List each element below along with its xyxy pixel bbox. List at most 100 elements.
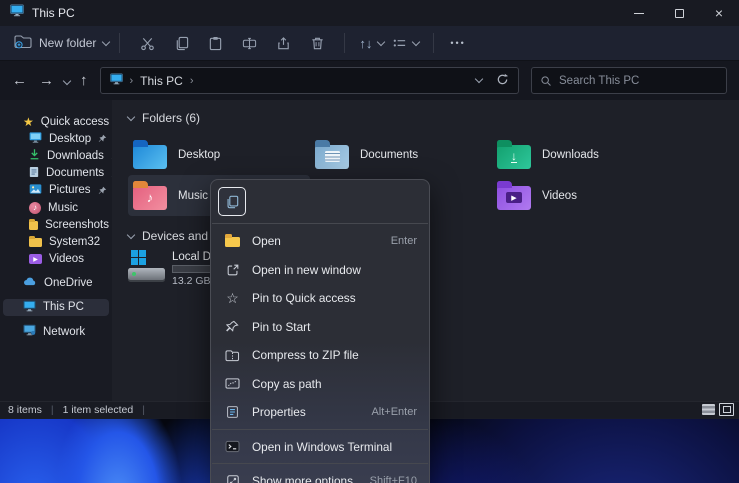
toolbar-separator	[119, 33, 120, 53]
close-button[interactable]: ×	[699, 0, 739, 26]
desktop-folder-icon	[133, 145, 167, 169]
cut-button[interactable]	[132, 30, 162, 56]
sidebar-item-this-pc[interactable]: This PC	[3, 299, 109, 316]
menu-item-show-more-options[interactable]: Show more options Shift+F10	[211, 467, 429, 483]
view-button[interactable]	[392, 36, 419, 51]
address-bar[interactable]: › This PC ›	[100, 67, 520, 94]
copy-icon	[174, 36, 189, 51]
this-pc-icon	[10, 4, 24, 22]
refresh-icon	[496, 73, 509, 86]
this-pc-icon	[110, 73, 123, 88]
maximize-button[interactable]	[659, 0, 699, 26]
downloads-folder-icon: ↓	[497, 145, 531, 169]
new-folder-button[interactable]: New folder	[14, 34, 109, 52]
rename-button[interactable]	[234, 30, 264, 56]
toolbar-separator	[344, 33, 345, 53]
folder-icon	[29, 238, 42, 247]
sidebar-item-documents[interactable]: Documents	[3, 165, 109, 182]
large-icons-view-button[interactable]	[719, 403, 734, 416]
folder-tile-downloads[interactable]: ↓ Downloads	[492, 134, 674, 175]
folder-icon	[224, 235, 241, 247]
forward-button[interactable]: →	[39, 73, 54, 88]
videos-folder-icon: ▶	[497, 186, 531, 210]
title-bar[interactable]: This PC ×	[0, 0, 739, 26]
sidebar-item-music[interactable]: ♪ Music	[3, 199, 109, 216]
breadcrumb-this-pc[interactable]: This PC	[140, 74, 183, 88]
menu-separator	[212, 463, 428, 464]
cloud-icon	[23, 277, 37, 289]
menu-item-compress-to-zip[interactable]: Compress to ZIP file	[211, 341, 429, 370]
menu-item-open-in-new-window[interactable]: Open in new window	[211, 256, 429, 285]
hard-drive-icon	[128, 250, 166, 282]
copy-icon	[225, 195, 239, 209]
paste-button[interactable]	[200, 30, 230, 56]
zip-folder-icon	[224, 349, 241, 362]
desktop-screen: This PC × New folder	[0, 0, 739, 483]
address-dropdown-chevron-icon[interactable]	[475, 75, 483, 83]
paste-icon	[208, 36, 223, 51]
details-view-button[interactable]	[702, 404, 715, 415]
share-button[interactable]	[268, 30, 298, 56]
sidebar-item-downloads[interactable]: Downloads	[3, 147, 109, 164]
search-icon	[540, 75, 552, 87]
cut-icon	[140, 36, 155, 51]
properties-icon	[224, 405, 241, 419]
star-outline-icon: ☆	[224, 291, 241, 305]
rename-icon	[242, 36, 257, 51]
refresh-button[interactable]	[496, 73, 509, 89]
star-icon: ★	[23, 116, 34, 128]
toolbar-separator	[433, 33, 434, 53]
chevron-down-icon	[412, 37, 420, 45]
sort-button[interactable]: ↑↓	[359, 36, 384, 51]
sidebar-item-onedrive[interactable]: OneDrive	[3, 275, 109, 292]
open-new-window-icon	[224, 263, 241, 277]
menu-item-pin-to-quick-access[interactable]: ☆ Pin to Quick access	[211, 284, 429, 313]
sidebar-item-videos[interactable]: ▶ Videos	[3, 251, 109, 268]
sidebar-item-network[interactable]: Network	[3, 323, 109, 340]
menu-item-pin-to-start[interactable]: Pin to Start	[211, 313, 429, 342]
see-more-button[interactable]: •••	[450, 38, 465, 48]
minimize-button[interactable]	[619, 0, 659, 26]
new-folder-icon	[14, 34, 32, 52]
selection-count: 1 item selected	[63, 404, 134, 416]
menu-separator	[212, 429, 428, 430]
copy-button[interactable]	[218, 187, 246, 216]
command-toolbar: New folder ↑↓	[0, 26, 739, 60]
folder-tile-videos[interactable]: ▶ Videos	[492, 175, 674, 216]
copy-button[interactable]	[166, 30, 196, 56]
windows-logo-icon	[131, 250, 146, 265]
status-divider: |	[142, 404, 145, 416]
trash-icon	[310, 36, 325, 51]
desktop-icon	[29, 132, 42, 146]
show-more-options-icon	[224, 474, 241, 483]
document-icon	[29, 166, 39, 181]
sidebar-item-desktop[interactable]: Desktop	[3, 130, 109, 147]
item-count: 8 items	[8, 404, 42, 416]
delete-button[interactable]	[302, 30, 332, 56]
search-input[interactable]	[559, 75, 709, 87]
folder-tile-desktop[interactable]: Desktop	[128, 134, 310, 175]
sidebar-item-screenshots[interactable]: Screenshots	[3, 216, 109, 233]
chevron-down-icon	[377, 37, 385, 45]
menu-item-open[interactable]: Open Enter	[211, 227, 429, 256]
recent-locations-chevron-icon[interactable]	[63, 76, 71, 84]
search-box[interactable]	[531, 67, 727, 94]
sidebar-item-pictures[interactable]: Pictures	[3, 182, 109, 199]
chevron-down-icon	[102, 37, 110, 45]
menu-item-properties[interactable]: Properties Alt+Enter	[211, 398, 429, 427]
collapse-chevron-icon[interactable]	[127, 230, 135, 238]
collapse-chevron-icon[interactable]	[127, 112, 135, 120]
up-button[interactable]: ↑	[80, 73, 88, 88]
sidebar-item-quick-access[interactable]: ★ Quick access	[3, 113, 109, 130]
sidebar-item-system32[interactable]: System32	[3, 233, 109, 250]
back-button[interactable]: ←	[12, 73, 27, 88]
folder-tile-documents[interactable]: Documents	[310, 134, 492, 175]
share-icon	[276, 36, 291, 51]
breadcrumb-separator: ›	[190, 75, 194, 87]
breadcrumb-separator: ›	[130, 75, 134, 87]
menu-item-copy-as-path[interactable]: Copy as path	[211, 370, 429, 399]
folders-section-header[interactable]: Folders (6)	[128, 111, 739, 125]
navigation-pane: ★ Quick access Desktop Downloads Documen…	[0, 100, 112, 401]
pin-icon	[98, 134, 107, 143]
menu-item-open-in-windows-terminal[interactable]: Open in Windows Terminal	[211, 433, 429, 462]
